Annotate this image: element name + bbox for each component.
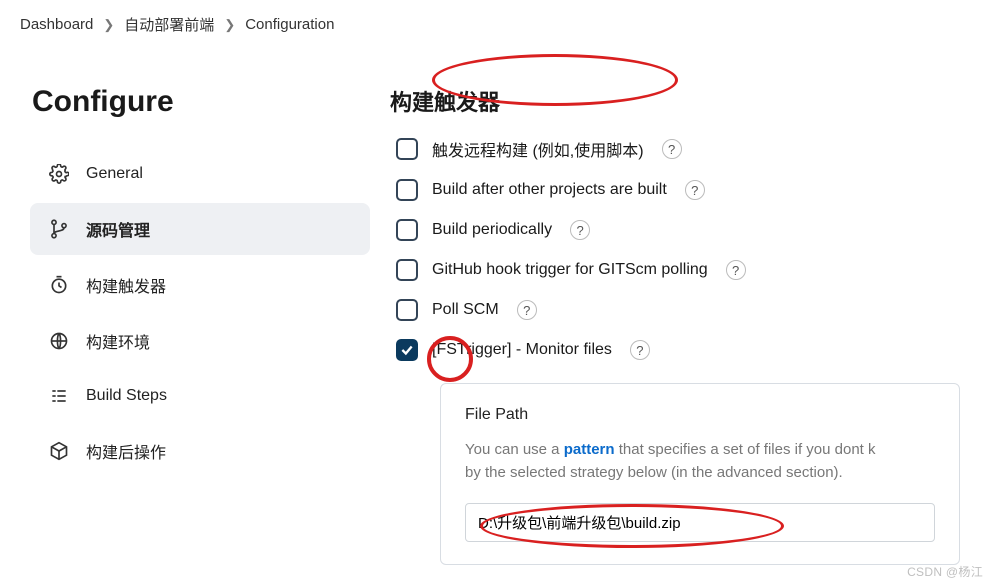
option-build-after[interactable]: Build after other projects are built ? [396,179,983,201]
checkbox[interactable] [396,299,418,321]
nav-label: 源码管理 [86,217,150,241]
checkbox[interactable] [396,179,418,201]
main-content: 构建触发器 触发远程构建 (例如,使用脚本) ? Build after oth… [390,45,993,565]
nav-item-scm[interactable]: 源码管理 [30,203,370,255]
option-label: Build after other projects are built [432,181,667,199]
chevron-right-icon: ❯ [103,17,114,33]
stopwatch-icon [48,274,70,296]
option-label: GitHub hook trigger for GITScm polling [432,261,708,279]
steps-icon [48,385,70,407]
section-title-triggers: 构建触发器 [390,85,983,117]
option-label: Poll SCM [432,301,499,319]
nav-item-steps[interactable]: Build Steps [30,371,370,421]
help-icon[interactable]: ? [662,139,682,159]
watermark: CSDN @杨江 [907,563,983,580]
checkbox[interactable] [396,219,418,241]
nav-label: General [86,165,143,183]
nav-label: Build Steps [86,387,167,405]
help-icon[interactable]: ? [630,340,650,360]
branch-icon [48,218,70,240]
help-icon[interactable]: ? [570,220,590,240]
nav: General 源码管理 构建触发器 构建环境 [30,149,370,481]
fstrigger-panel: File Path You can use a pattern that spe… [440,383,960,565]
option-remote-trigger[interactable]: 触发远程构建 (例如,使用脚本) ? [396,137,983,161]
chevron-right-icon: ❯ [224,17,235,33]
nav-label: 构建触发器 [86,273,166,297]
nav-item-triggers[interactable]: 构建触发器 [30,259,370,311]
nav-item-general[interactable]: General [30,149,370,199]
option-fstrigger[interactable]: [FSTrigger] - Monitor files ? [396,339,983,361]
checkbox-checked[interactable] [396,339,418,361]
option-label: [FSTrigger] - Monitor files [432,341,612,359]
page-title: Configure [32,85,370,119]
nav-item-post[interactable]: 构建后操作 [30,425,370,477]
help-icon[interactable]: ? [685,180,705,200]
filepath-input[interactable] [465,503,935,542]
help-icon[interactable]: ? [726,260,746,280]
help-icon[interactable]: ? [517,300,537,320]
gear-icon [48,163,70,185]
nav-label: 构建环境 [86,329,150,353]
globe-icon [48,330,70,352]
nav-label: 构建后操作 [86,439,166,463]
breadcrumb-project[interactable]: 自动部署前端 [124,14,214,35]
nav-item-env[interactable]: 构建环境 [30,315,370,367]
option-label: 触发远程构建 (例如,使用脚本) [432,137,644,161]
option-label: Build periodically [432,221,552,239]
breadcrumb: Dashboard ❯ 自动部署前端 ❯ Configuration [0,0,993,45]
pattern-link[interactable]: pattern [564,441,615,458]
breadcrumb-dashboard[interactable]: Dashboard [20,16,93,33]
checkbox[interactable] [396,259,418,281]
field-label-filepath: File Path [465,406,935,424]
breadcrumb-configuration[interactable]: Configuration [245,16,334,33]
field-description: You can use a pattern that specifies a s… [465,438,935,485]
option-github-hook[interactable]: GitHub hook trigger for GITScm polling ? [396,259,983,281]
checkbox[interactable] [396,138,418,160]
option-build-periodically[interactable]: Build periodically ? [396,219,983,241]
option-poll-scm[interactable]: Poll SCM ? [396,299,983,321]
cube-icon [48,440,70,462]
sidebar: Configure General 源码管理 构建触发器 [0,45,390,565]
